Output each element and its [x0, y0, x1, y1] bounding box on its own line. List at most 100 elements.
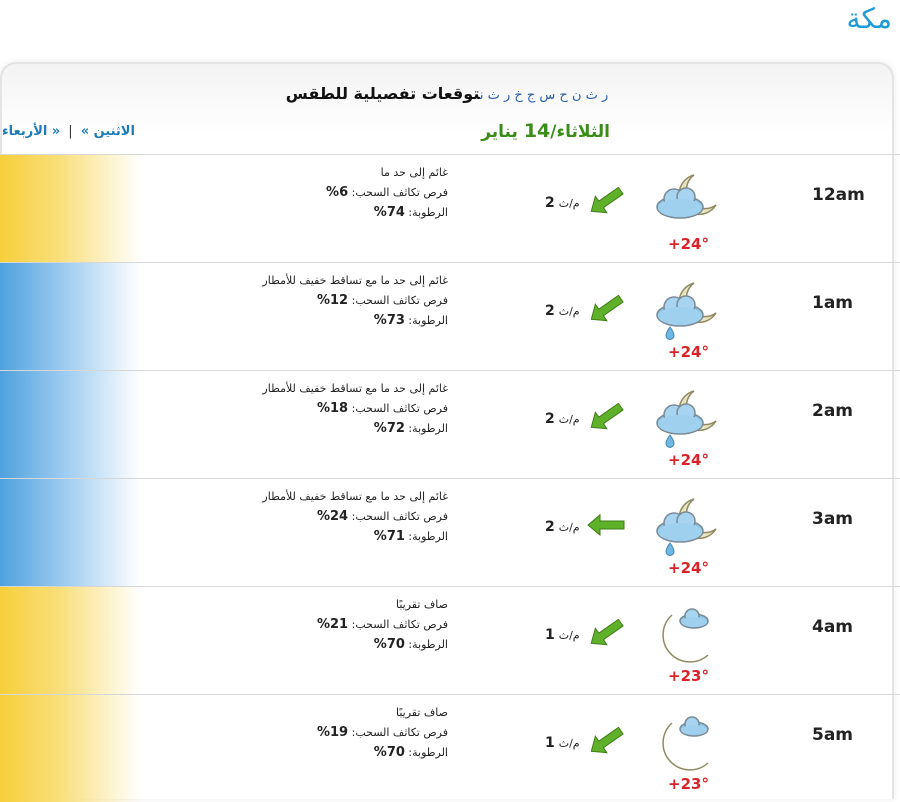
- wind-speed-value: 1: [545, 735, 555, 751]
- row-side-strip: [0, 263, 140, 370]
- humidity-label: الرطوبة:: [408, 422, 448, 435]
- wind-arrow-icon: [586, 511, 626, 543]
- row-description: غائم إلى حد ما مع تساقط خفيف للأمطار فرص …: [188, 271, 448, 331]
- condition-text: غائم إلى حد ما: [380, 166, 448, 179]
- wind-info: 2 م/ث: [545, 511, 626, 543]
- row-description: صاف تقريبًا فرص تكاثف السحب: 21% الرطوبة: …: [188, 595, 448, 655]
- wind-info: 2 م/ث: [545, 186, 626, 219]
- date-label: الثلاثاء/14 يناير: [481, 120, 610, 142]
- wind-arrow-icon: [586, 618, 626, 651]
- hour-label: 3am: [812, 509, 854, 529]
- clouds-line: فرص تكاثف السحب: 21%: [188, 615, 448, 635]
- wind-speed: 2 م/ث: [545, 195, 580, 211]
- temperature: +23°: [668, 775, 709, 793]
- row-description: غائم إلى حد ما مع تساقط خفيف للأمطار فرص …: [188, 379, 448, 439]
- next-day-link[interactable]: الاثنين »: [81, 124, 135, 139]
- clouds-label: فرص تكاثف السحب:: [351, 726, 448, 739]
- temperature: +24°: [668, 235, 709, 253]
- condition-text: صاف تقريبًا: [395, 598, 448, 611]
- hour-row: غائم إلى حد ما مع تساقط خفيف للأمطار فرص …: [0, 370, 900, 478]
- temperature: +24°: [668, 343, 709, 361]
- cloudy-moon-rain-icon: [650, 275, 724, 341]
- hour-row: صاف تقريبًا فرص تكاثف السحب: 19% الرطوبة: …: [0, 694, 900, 802]
- clouds-value: 6%: [326, 185, 349, 200]
- wind-info: 2 م/ث: [545, 294, 626, 327]
- condition-text: غائم إلى حد ما مع تساقط خفيف للأمطار: [262, 382, 448, 395]
- wind-unit: م/ث: [558, 629, 580, 642]
- humidity-value: 72%: [373, 421, 405, 436]
- wind-arrow-icon: [586, 402, 626, 435]
- wind-speed-value: 2: [545, 411, 555, 427]
- clouds-line: فرص تكاثف السحب: 24%: [188, 507, 448, 527]
- temperature: +23°: [668, 667, 709, 685]
- wind-speed: 1 م/ث: [545, 735, 580, 751]
- hour-label: 1am: [812, 293, 854, 313]
- row-side-strip: [0, 371, 140, 478]
- clouds-line: فرص تكاثف السحب: 19%: [188, 723, 448, 743]
- hour-row: غائم إلى حد ما مع تساقط خفيف للأمطار فرص …: [0, 262, 900, 370]
- wind-arrow-icon: [586, 294, 626, 327]
- day-nav: الاثنين » | « الأربعاء: [2, 124, 135, 139]
- hour-row: صاف تقريبًا فرص تكاثف السحب: 21% الرطوبة: …: [0, 586, 900, 694]
- humidity-line: الرطوبة: 70%: [188, 743, 448, 763]
- wind-arrow-icon: [586, 726, 626, 759]
- hourly-list: غائم إلى حد ما فرص تكاثف السحب: 6% الرطوبة…: [0, 154, 900, 802]
- condition-text: غائم إلى حد ما مع تساقط خفيف للأمطار: [262, 274, 448, 287]
- hour-row: غائم إلى حد ما مع تساقط خفيف للأمطار فرص …: [0, 478, 900, 586]
- hour-row: غائم إلى حد ما فرص تكاثف السحب: 6% الرطوبة…: [0, 154, 900, 262]
- title-letters: ر ث ن ح س ج خ ر ث ن: [479, 88, 609, 103]
- wind-unit: م/ث: [558, 521, 580, 534]
- humidity-value: 74%: [373, 205, 405, 220]
- clouds-line: فرص تكاثف السحب: 12%: [188, 291, 448, 311]
- humidity-value: 73%: [373, 313, 405, 328]
- humidity-label: الرطوبة:: [408, 638, 448, 651]
- humidity-label: الرطوبة:: [408, 314, 448, 327]
- clouds-value: 18%: [316, 401, 349, 416]
- hour-label: 2am: [812, 401, 854, 421]
- wind-arrow-icon: [586, 186, 626, 219]
- moon-small-cloud-icon: [650, 599, 724, 665]
- row-side-strip: [0, 155, 140, 262]
- condition-text: صاف تقريبًا: [395, 706, 448, 719]
- date-day: الثلاثاء/: [550, 122, 610, 142]
- date-num: 14: [523, 120, 551, 142]
- nav-separator: |: [68, 124, 73, 139]
- clouds-label: فرص تكاثف السحب:: [351, 510, 448, 523]
- wind-info: 1 م/ث: [545, 618, 626, 651]
- humidity-line: الرطوبة: 72%: [188, 419, 448, 439]
- humidity-line: الرطوبة: 74%: [188, 203, 448, 223]
- wind-speed: 2 م/ث: [545, 519, 580, 535]
- humidity-label: الرطوبة:: [408, 530, 448, 543]
- clouds-label: فرص تكاثف السحب:: [351, 618, 448, 631]
- wind-info: 1 م/ث: [545, 726, 626, 759]
- clouds-value: 19%: [316, 725, 349, 740]
- clouds-line: فرص تكاثف السحب: 18%: [188, 399, 448, 419]
- humidity-value: 71%: [373, 529, 405, 544]
- wind-info: 2 م/ث: [545, 402, 626, 435]
- cloudy-moon-rain-icon: [650, 491, 724, 557]
- humidity-line: الرطوبة: 71%: [188, 527, 448, 547]
- date-month: يناير: [481, 122, 524, 142]
- clouds-value: 12%: [316, 293, 349, 308]
- clouds-value: 24%: [316, 509, 349, 524]
- city-title: مكة: [846, 2, 892, 35]
- clouds-label: فرص تكاثف السحب:: [351, 294, 448, 307]
- clouds-label: فرص تكاثف السحب:: [351, 402, 448, 415]
- wind-unit: م/ث: [558, 197, 580, 210]
- humidity-value: 70%: [373, 637, 405, 652]
- clouds-value: 21%: [316, 617, 349, 632]
- wind-speed: 2 م/ث: [545, 303, 580, 319]
- condition-text: غائم إلى حد ما مع تساقط خفيف للأمطار: [262, 490, 448, 503]
- panel-header: ر ث ن ح س ج خ ر ث نتوقعات تفصيلية للطقس: [2, 84, 892, 103]
- humidity-label: الرطوبة:: [408, 746, 448, 759]
- row-side-strip: [0, 479, 140, 586]
- temperature: +24°: [668, 559, 709, 577]
- humidity-value: 70%: [373, 745, 405, 760]
- prev-day-link[interactable]: « الأربعاء: [2, 124, 60, 139]
- wind-unit: م/ث: [558, 737, 580, 750]
- wind-unit: م/ث: [558, 413, 580, 426]
- row-description: غائم إلى حد ما مع تساقط خفيف للأمطار فرص …: [188, 487, 448, 547]
- wind-speed-value: 2: [545, 195, 555, 211]
- wind-speed-value: 2: [545, 519, 555, 535]
- hour-label: 12am: [812, 185, 865, 205]
